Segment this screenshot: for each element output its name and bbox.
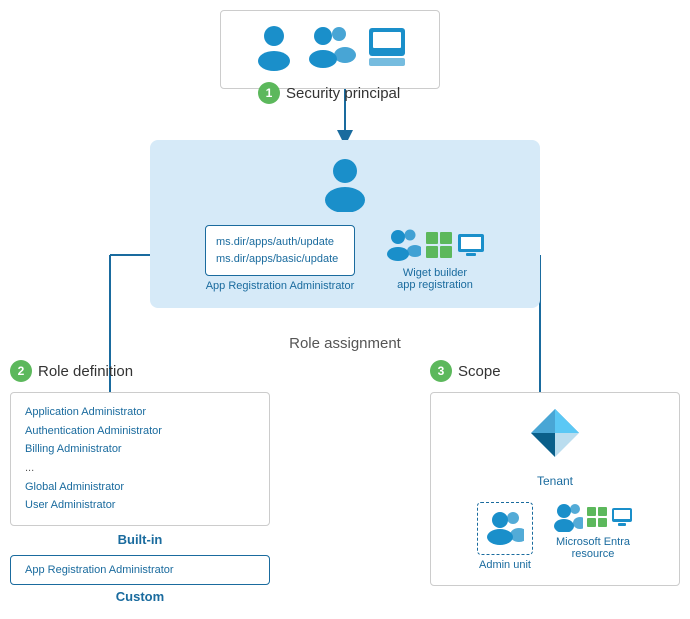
step-2-circle: 2	[10, 360, 32, 382]
role-definition-section: 2 Role definition Application Administra…	[10, 360, 270, 604]
person-icon	[253, 23, 295, 76]
app-reg-admin-label: App Registration Administrator	[206, 280, 355, 292]
security-principal-box	[220, 10, 440, 89]
ms-entra-label: Microsoft Entraresource	[556, 536, 630, 560]
step-1-circle: 1	[258, 82, 280, 104]
role-item-3: Billing Administrator	[25, 440, 255, 459]
role-definition-title-row: 2 Role definition	[10, 360, 270, 382]
group-icon	[305, 23, 357, 76]
custom-role-box: App Registration Administrator	[10, 555, 270, 585]
scope-title: Scope	[458, 363, 501, 380]
role-item-1: Application Administrator	[25, 403, 255, 422]
role-definition-title: Role definition	[38, 363, 133, 380]
tenant-label: Tenant	[537, 474, 573, 488]
app-icon	[367, 26, 407, 73]
widget-builder-section: Wiget builder app registration	[385, 227, 485, 291]
app-reg-permissions-box: ms.dir/apps/auth/update ms.dir/apps/basi…	[205, 225, 355, 276]
scope-title-row: 3 Scope	[430, 360, 680, 382]
role-item-4: Global Administrator	[25, 478, 255, 497]
role-person-icon	[319, 156, 371, 217]
step-3-circle: 3	[430, 360, 452, 382]
security-principal-title: Security principal	[286, 85, 400, 102]
widget-builder-label: Wiget builder app registration	[397, 267, 473, 291]
ms-entra-item: Microsoft Entraresource	[553, 502, 633, 560]
admin-unit-item: Admin unit	[477, 502, 533, 571]
admin-unit-label: Admin unit	[479, 559, 531, 571]
scope-box: Tenant Admin unit	[430, 392, 680, 586]
permission-line-2: ms.dir/apps/basic/update	[216, 251, 344, 268]
scope-section: 3 Scope Tenant	[430, 360, 680, 586]
tenant-icon	[529, 407, 581, 470]
permission-line-1: ms.dir/apps/auth/update	[216, 234, 344, 251]
builtin-roles-box: Application Administrator Authentication…	[10, 392, 270, 526]
role-item-ellipsis: ...	[25, 459, 255, 478]
role-item-5: User Administrator	[25, 496, 255, 515]
security-principal-label: 1 Security principal	[258, 82, 400, 104]
diagram-container: 1 Security principal ms.dir/apps/auth/up…	[0, 0, 690, 619]
role-assignment-footer-label: Role assignment	[0, 335, 690, 352]
role-item-2: Authentication Administrator	[25, 422, 255, 441]
builtin-label: Built-in	[10, 532, 270, 547]
role-assignment-box: ms.dir/apps/auth/update ms.dir/apps/basi…	[150, 140, 540, 308]
custom-label: Custom	[10, 589, 270, 604]
